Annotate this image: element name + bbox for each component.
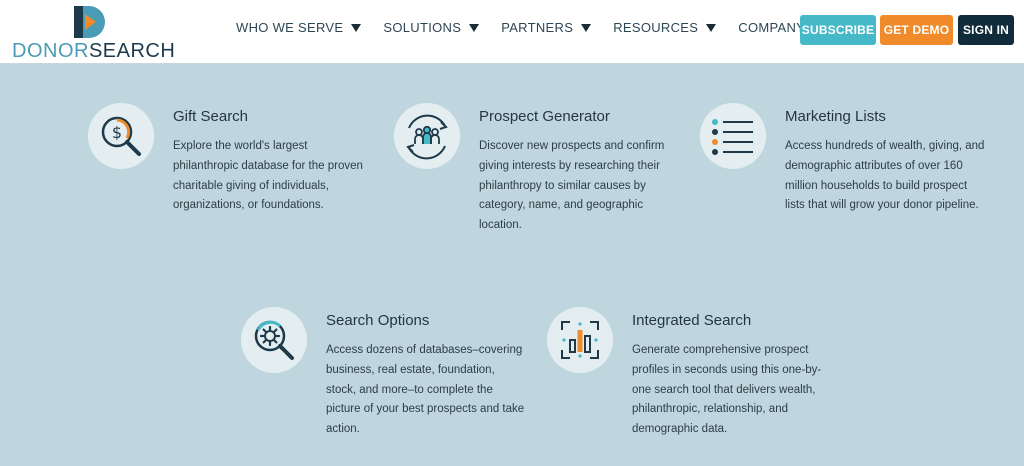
feature-title: Search Options bbox=[326, 312, 430, 329]
nav-label: SOLUTIONS bbox=[383, 20, 462, 35]
nav-partners[interactable]: PARTNERS bbox=[501, 20, 592, 35]
feature-icon-circle bbox=[700, 103, 766, 169]
nav-solutions[interactable]: SOLUTIONS bbox=[383, 20, 480, 35]
nav-label: WHO WE SERVE bbox=[236, 20, 344, 35]
get-demo-button[interactable]: GET DEMO bbox=[880, 15, 953, 45]
nav-label: RESOURCES bbox=[613, 20, 699, 35]
logo-mark-icon bbox=[74, 6, 105, 38]
gear-magnifier-icon bbox=[254, 320, 294, 360]
sign-in-button[interactable]: SIGN IN bbox=[958, 15, 1014, 45]
feature-title: Gift Search bbox=[173, 108, 249, 125]
feature-description: Access hundreds of wealth, giving, and d… bbox=[785, 140, 985, 212]
main-nav: WHO WE SERVE SOLUTIONS PARTNERS RESOURCE… bbox=[236, 20, 845, 35]
bar-chart-scan-icon bbox=[561, 321, 599, 359]
feature-icon-circle bbox=[394, 103, 460, 169]
logo-text-search: SEARCH bbox=[88, 40, 176, 62]
feature-icon-circle: $ bbox=[88, 103, 154, 169]
feature-description: Generate comprehensive prospect profiles… bbox=[632, 344, 822, 436]
feature-title: Prospect Generator bbox=[479, 108, 610, 125]
list-icon bbox=[712, 119, 753, 155]
svg-text:$: $ bbox=[112, 123, 122, 142]
feature-description: Explore the world's largest philanthropi… bbox=[173, 140, 363, 212]
feature-icon-circle bbox=[547, 307, 613, 373]
feature-title: Integrated Search bbox=[632, 312, 752, 329]
people-cycle-icon bbox=[406, 114, 448, 160]
donorsearch-logo[interactable]: DONORSEARCH bbox=[12, 2, 175, 63]
feature-title: Marketing Lists bbox=[785, 108, 886, 125]
nav-label: PARTNERS bbox=[501, 20, 574, 35]
dollar-magnifier-icon: $ bbox=[101, 116, 141, 156]
caret-down-icon bbox=[581, 23, 592, 32]
site-header: DONORSEARCH WHO WE SERVE SOLUTIONS PARTN… bbox=[0, 0, 1024, 64]
feature-icon-circle bbox=[241, 307, 307, 373]
caret-down-icon bbox=[469, 23, 480, 32]
feature-description: Access dozens of databases–covering busi… bbox=[326, 344, 525, 436]
nav-who-we-serve[interactable]: WHO WE SERVE bbox=[236, 20, 362, 35]
nav-resources[interactable]: RESOURCES bbox=[613, 20, 717, 35]
caret-down-icon bbox=[351, 23, 362, 32]
logo-text-donor: DONOR bbox=[12, 40, 89, 62]
caret-down-icon bbox=[706, 23, 717, 32]
feature-description: Discover new prospects and confirm givin… bbox=[479, 140, 665, 232]
subscribe-button[interactable]: SUBSCRIBE bbox=[800, 15, 876, 45]
logo-wordmark: DONORSEARCH bbox=[12, 40, 175, 63]
nav-label: COMPANY bbox=[738, 20, 806, 35]
